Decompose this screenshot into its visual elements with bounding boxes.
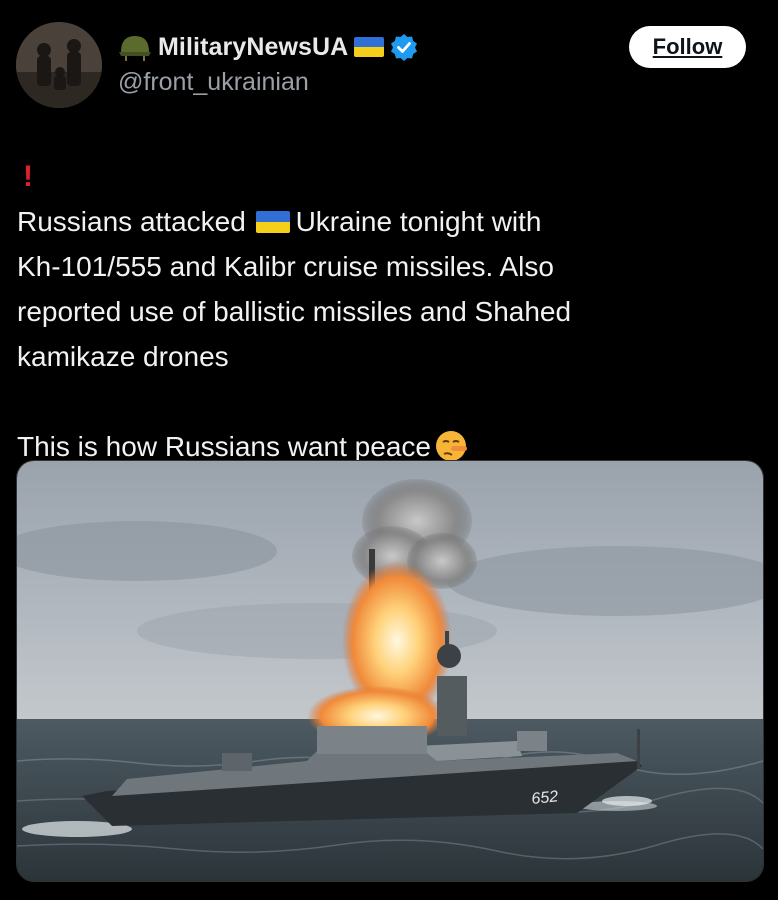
- avatar-image: [16, 22, 102, 108]
- ukraine-flag-icon: [255, 211, 290, 233]
- tweet-line-1b: Ukraine tonight with: [295, 206, 542, 237]
- verified-badge-icon: [390, 33, 418, 61]
- author-handle[interactable]: @front_ukrainian: [118, 68, 309, 97]
- lying-face-emoji: [433, 428, 469, 464]
- tweet-line-4: kamikaze drones: [17, 341, 229, 372]
- follow-button[interactable]: Follow: [629, 26, 746, 68]
- tweet-line-5: This is how Russians want peace: [17, 431, 431, 462]
- warship-missile-launch-photo: 652: [17, 461, 763, 881]
- ship-hull-number: 652: [531, 788, 559, 808]
- tweet-line-1a: Russians attacked: [17, 206, 246, 237]
- tweet-line-3: reported use of ballistic missiles and S…: [17, 296, 572, 327]
- exclamation-icon: !: [23, 160, 33, 193]
- russia-flag-icon: [43, 166, 77, 188]
- author-avatar[interactable]: [16, 22, 102, 108]
- tweet-media-photo[interactable]: 652: [16, 460, 764, 882]
- author-display-name[interactable]: MilitaryNewsUA: [158, 33, 348, 62]
- ukraine-flag-icon: [354, 37, 385, 57]
- author-name-row[interactable]: MilitaryNewsUA: [118, 28, 418, 66]
- helmet-icon: [118, 32, 152, 62]
- tweet-line-2: Kh-101/555 and Kalibr cruise missiles. A…: [17, 251, 554, 282]
- tweet-text: ! Russians attacked Ukraine tonight with …: [17, 154, 757, 469]
